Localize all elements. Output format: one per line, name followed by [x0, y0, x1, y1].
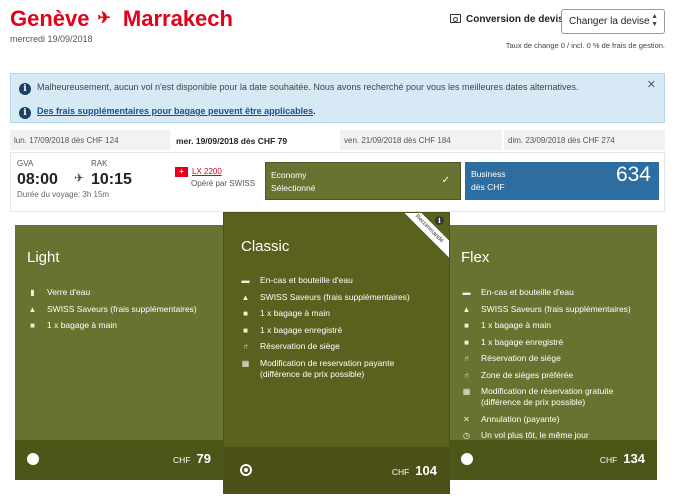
list-item: ▬ En-cas et bouteille d'eau [462, 287, 574, 297]
economy-label: Economy [271, 170, 307, 180]
hand-baggage-icon: ■ [30, 321, 35, 330]
fare-features: ▮ Verre d'eau ▲ SWISS Saveurs (frais suppl… [25, 287, 197, 337]
date-tab-17-09[interactable]: lun. 17/09/2018 dès CHF 124 [10, 130, 170, 150]
list-item: ■ 1 x bagage à main [25, 320, 197, 331]
list-item: ▦ Modification de reservation payante [241, 357, 395, 368]
date-tab-21-09[interactable]: ven. 21/09/2018 dès CHF 184 [340, 130, 502, 150]
info-icon: i [19, 107, 31, 119]
info-icon[interactable]: i [435, 216, 444, 225]
list-item: ▮ Verre d'eau [25, 287, 197, 298]
list-item: ⑁ Réservation de siège [459, 353, 631, 364]
fare-options: Light ▮ Verre d'eau ▲ SWISS Saveurs (frais… [15, 213, 657, 498]
baggage-fees-link[interactable]: Des frais supplémentaires pour bagage pe… [37, 106, 313, 116]
swiss-flag-icon: + [175, 167, 188, 177]
date-tab-19-09[interactable]: mer. 19/09/2018 dès CHF 79 [172, 130, 338, 150]
fare-radio-selected[interactable] [240, 464, 252, 476]
list-item: ▲ SWISS Saveurs (frais supplémentaires) [28, 303, 197, 314]
close-icon[interactable]: ✕ [647, 78, 656, 91]
economy-status: Sélectionné [271, 183, 316, 193]
date-tab-23-09[interactable]: dim. 23/09/2018 dès CHF 274 [504, 130, 665, 150]
destination-code: RAK [91, 159, 108, 168]
list-item: ⑁ Zone de sièges préférée [459, 370, 631, 381]
list-item: ⑁ Réservation de siège [238, 341, 410, 352]
list-item: ■ 1 x bagage enregistré [238, 325, 410, 336]
change-currency-select[interactable]: Changer la devise ▲ ▼ [561, 9, 665, 34]
fare-card-classic[interactable]: Recommandé i Classic ▬ En-cas et bouteill… [224, 213, 449, 493]
business-price: 634 [615, 163, 651, 186]
fare-name: Light [27, 249, 60, 266]
checked-baggage-icon: ■ [243, 325, 248, 335]
hand-baggage-icon: ■ [464, 321, 469, 330]
seat-icon: ⑁ [243, 342, 248, 351]
baggage-fees-notice: i Des frais supplémentaires pour bagage p… [19, 106, 316, 119]
water-bottle-icon: ▮ [30, 288, 35, 297]
info-alert: i Malheureusement, aucun vol n'est dispon… [10, 73, 665, 123]
select-arrows-icon: ▲ ▼ [651, 13, 658, 28]
destination-city: Marrakech [122, 6, 233, 31]
preferred-seat-icon: ⑁ [464, 370, 469, 380]
list-item: ▬ En-cas et bouteille d'eau [241, 275, 353, 285]
origin-code: GVA [17, 159, 34, 168]
fare-card-flex[interactable]: Flex ▬ En-cas et bouteille d'eau ▲ SWISS S… [449, 225, 657, 480]
list-item-continued: (différence de prix possible) [260, 368, 365, 379]
economy-fare-button[interactable]: Economy Sélectionné ✓ [265, 162, 461, 200]
currency-conversion-label: Conversion de devise [450, 14, 569, 25]
cancel-icon: ✕ [463, 414, 470, 424]
list-item: ■ 1 x bagage à main [459, 320, 631, 331]
fare-footer: CHF 134 [449, 440, 657, 480]
list-item: ▲ SWISS Saveurs (frais supplémentaires) [241, 291, 410, 302]
info-icon: i [19, 83, 31, 95]
fare-price: CHF 134 [599, 451, 645, 466]
meal-icon: ▲ [241, 292, 250, 302]
list-item: ✕ Annulation (payante) [459, 414, 631, 425]
seat-icon: ⑁ [464, 354, 469, 363]
travel-duration: Durée du voyage: 3h 15m [17, 190, 110, 199]
list-item: ■ 1 x bagage à main [238, 308, 410, 319]
checked-baggage-icon: ■ [464, 337, 469, 347]
fare-price: CHF 79 [173, 451, 211, 466]
meal-icon: ▲ [462, 304, 471, 314]
currency-icon [450, 14, 461, 23]
list-item: ■ 1 x bagage enregistré [459, 337, 631, 348]
origin-city: Genève [10, 6, 90, 31]
fare-features: ▬ En-cas et bouteille d'eau ▲ SWISS Saveur… [238, 275, 410, 385]
list-item-continued: (différence de prix possible) [481, 397, 586, 407]
plane-icon: ✈ [97, 10, 111, 27]
snack-icon: ▬ [241, 276, 250, 285]
calendar-icon: ▦ [462, 387, 471, 396]
flight-row: GVA RAK 08:00 ✈ 10:15 Durée du voyage: 3… [10, 152, 665, 212]
route-title: Genève ✈ Marrakech [10, 6, 233, 32]
list-item: ▦ Modification de réservation gratuite [462, 386, 614, 396]
operator-text: Opéré par SWISS [191, 179, 256, 188]
travel-date: mercredi 19/09/2018 [10, 34, 93, 44]
list-item: ▲ SWISS Saveurs (frais supplémentaires) [462, 303, 631, 314]
fare-features: ▬ En-cas et bouteille d'eau ▲ SWISS Saveur… [459, 287, 631, 447]
check-icon: ✓ [441, 175, 450, 186]
departure-time: 08:00 [17, 171, 58, 188]
fare-footer: CHF 104 [224, 447, 449, 493]
fare-footer: CHF 79 [15, 440, 223, 480]
fare-radio[interactable] [27, 453, 39, 465]
arrival-time: 10:15 [91, 171, 132, 188]
business-fare-button[interactable]: Business dès CHF 634 [465, 162, 659, 200]
fare-name: Flex [461, 249, 490, 266]
fare-card-light[interactable]: Light ▮ Verre d'eau ▲ SWISS Saveurs (frais… [15, 225, 223, 480]
fare-name: Classic [241, 238, 290, 255]
flight-number-link[interactable]: LX 2200 [192, 167, 222, 176]
fare-radio[interactable] [461, 453, 473, 465]
page-header: Genève ✈ Marrakech mercredi 19/09/2018 Con… [0, 0, 677, 70]
hand-baggage-icon: ■ [243, 309, 248, 318]
exchange-rate-text: Taux de change 0 / incl. 0 % de frais de… [505, 41, 665, 50]
snack-icon: ▬ [462, 288, 471, 297]
plane-icon: ✈ [74, 171, 85, 185]
calendar-icon: ▦ [241, 358, 250, 368]
date-tabs: lun. 17/09/2018 dès CHF 124 mer. 19/09/2… [10, 130, 665, 150]
alert-message: i Malheureusement, aucun vol n'est dispon… [19, 82, 579, 95]
fare-price: CHF 104 [391, 463, 437, 478]
meal-icon: ▲ [28, 304, 37, 314]
